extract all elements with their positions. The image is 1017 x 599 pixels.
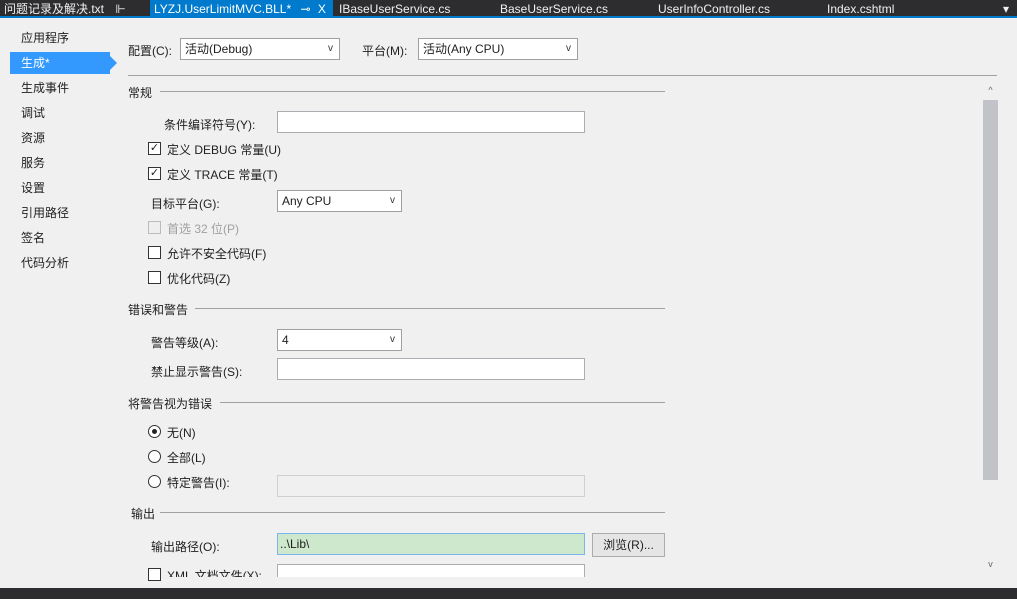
nav-settings[interactable]: 设置 — [10, 177, 110, 199]
section-general: 常规 — [128, 86, 153, 100]
document-tab-bar: 问题记录及解决.txt ⊩ LYZJ.UserLimitMVC.BLL* ⊸ X… — [0, 0, 1017, 18]
nav-resources[interactable]: 资源 — [10, 127, 110, 149]
tab-index-cshtml[interactable]: Index.cshtml — [827, 0, 894, 18]
scroll-up-icon[interactable]: ^ — [983, 85, 998, 99]
tab-ibaseuserservice[interactable]: IBaseUserService.cs — [339, 0, 450, 18]
vertical-scrollbar[interactable]: ^ v — [983, 85, 998, 577]
divider — [128, 75, 997, 76]
tab-project-properties[interactable]: LYZJ.UserLimitMVC.BLL* ⊸ X — [150, 0, 333, 18]
radio-none[interactable] — [148, 425, 161, 438]
trace-checkbox[interactable]: ✓ — [148, 167, 161, 180]
nav-reference-paths[interactable]: 引用路径 — [10, 202, 110, 224]
target-label: 目标平台(G): — [151, 197, 220, 211]
tab-baseuserservice[interactable]: BaseUserService.cs — [500, 0, 608, 18]
nav-build-events[interactable]: 生成事件 — [10, 77, 110, 99]
symbols-input[interactable] — [277, 111, 585, 133]
radio-specific-label: 特定警告(I): — [167, 476, 230, 490]
divider — [195, 308, 665, 309]
chevron-down-icon: v — [390, 195, 395, 206]
debug-label: 定义 DEBUG 常量(U) — [167, 143, 282, 157]
debug-checkbox[interactable]: ✓ — [148, 142, 161, 155]
nav-debug[interactable]: 调试 — [10, 102, 110, 124]
radio-specific[interactable] — [148, 475, 161, 488]
chevron-down-icon: v — [328, 43, 333, 54]
tab-userinfocontroller[interactable]: UserInfoController.cs — [658, 0, 770, 18]
suppress-label: 禁止显示警告(S): — [151, 365, 243, 379]
config-value: 活动(Debug) — [185, 42, 253, 56]
nav-services[interactable]: 服务 — [10, 152, 110, 174]
trace-label: 定义 TRACE 常量(T) — [167, 168, 278, 182]
suppress-input[interactable] — [277, 358, 585, 380]
prefer32-label: 首选 32 位(P) — [167, 222, 240, 236]
scroll-down-icon[interactable]: v — [983, 559, 998, 573]
close-icon[interactable]: X — [318, 2, 326, 16]
warning-level-select[interactable]: 4v — [277, 329, 402, 351]
nav-build[interactable]: 生成* — [10, 52, 117, 74]
config-label: 配置(C): — [128, 44, 172, 58]
symbols-label: 条件编译符号(Y): — [164, 118, 256, 132]
divider — [160, 512, 665, 513]
nav-signing[interactable]: 签名 — [10, 227, 110, 249]
platform-select[interactable]: 活动(Any CPU) v — [418, 38, 578, 60]
pin-icon[interactable]: ⊸ — [301, 2, 311, 16]
radio-all-label: 全部(L) — [167, 451, 206, 465]
nav-application[interactable]: 应用程序 — [10, 27, 110, 49]
scrollbar-thumb[interactable] — [983, 100, 998, 480]
optimize-checkbox[interactable] — [148, 271, 161, 284]
optimize-label: 优化代码(Z) — [167, 272, 231, 286]
platform-value: 活动(Any CPU) — [423, 42, 505, 56]
warning-level-label: 警告等级(A): — [151, 336, 219, 350]
nav-code-analysis[interactable]: 代码分析 — [10, 252, 110, 274]
config-select[interactable]: 活动(Debug) v — [180, 38, 340, 60]
pin-icon[interactable]: ⊩ — [115, 2, 125, 16]
xml-doc-checkbox[interactable] — [148, 568, 161, 581]
section-treat-warnings: 将警告视为错误 — [128, 397, 213, 411]
chevron-down-icon: v — [390, 334, 395, 345]
unsafe-checkbox[interactable] — [148, 246, 161, 259]
section-errors: 错误和警告 — [128, 303, 189, 317]
radio-all[interactable] — [148, 450, 161, 463]
xml-doc-label: XML 文档文件(X): — [167, 569, 262, 577]
tab-label: LYZJ.UserLimitMVC.BLL* — [154, 2, 292, 16]
tab-problem-log[interactable]: 问题记录及解决.txt ⊩ — [4, 0, 126, 18]
tab-label: 问题记录及解决.txt — [4, 2, 105, 16]
platform-label: 平台(M): — [362, 44, 408, 58]
divider — [160, 91, 665, 92]
output-path-label: 输出路径(O): — [151, 540, 220, 554]
unsafe-label: 允许不安全代码(F) — [167, 247, 267, 261]
target-select[interactable]: Any CPU v — [277, 190, 402, 212]
section-output: 输出 — [131, 507, 156, 521]
xml-doc-input[interactable] — [277, 564, 585, 577]
radio-none-label: 无(N) — [167, 426, 196, 440]
divider — [220, 402, 665, 403]
tab-overflow-icon[interactable]: ▾ — [1003, 0, 1009, 18]
browse-button[interactable]: 浏览(R)... — [592, 533, 665, 557]
target-value: Any CPU — [282, 194, 332, 208]
specific-warnings-input[interactable] — [277, 475, 585, 497]
prefer32-checkbox[interactable] — [148, 221, 161, 234]
output-path-input[interactable]: ..\Lib\ — [277, 533, 585, 555]
warning-level-value: 4 — [282, 333, 289, 347]
bottom-tool-window-bar — [0, 588, 1017, 599]
chevron-down-icon: v — [566, 43, 571, 54]
